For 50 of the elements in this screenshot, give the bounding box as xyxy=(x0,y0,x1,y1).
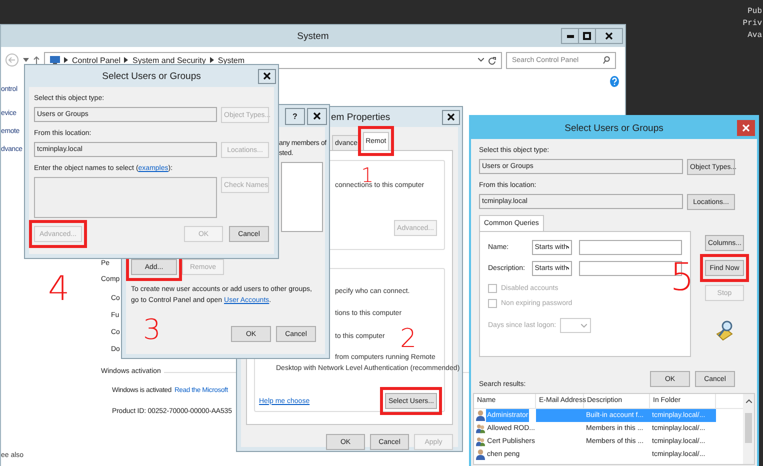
computer-icon xyxy=(50,56,60,64)
minimize-button[interactable] xyxy=(561,28,579,44)
scroll-up-icon[interactable] xyxy=(746,399,752,403)
search-icon xyxy=(603,56,610,64)
annotation-number: 2 xyxy=(400,326,417,352)
maximize-button[interactable] xyxy=(578,28,596,44)
caret-icon[interactable] xyxy=(23,58,29,62)
chevron-icon xyxy=(64,57,68,63)
help-icon[interactable] xyxy=(610,76,619,87)
member-list[interactable] xyxy=(281,162,323,232)
breadcrumb-item[interactable]: Control Panel xyxy=(72,56,120,64)
window-title: Select Users or Groups xyxy=(564,122,664,134)
user-icon xyxy=(476,410,485,421)
close-icon xyxy=(313,112,321,120)
names-input[interactable] xyxy=(34,177,217,218)
chevron-down-icon xyxy=(581,324,588,328)
console-text: Priv xyxy=(742,18,762,30)
scrollbar[interactable] xyxy=(743,394,754,464)
close-icon xyxy=(742,124,750,132)
close-icon xyxy=(263,72,271,80)
window-title: Select Users or Groups xyxy=(102,70,201,82)
close-icon xyxy=(447,113,455,121)
dropdown-icon[interactable] xyxy=(478,58,484,62)
window-title: em Properties xyxy=(331,112,390,122)
group-icon xyxy=(476,436,486,447)
chevron-icon xyxy=(210,57,214,63)
annotation-number: 5 xyxy=(670,258,694,296)
chevron-icon xyxy=(124,57,128,63)
up-arrow-icon[interactable] xyxy=(33,56,40,64)
breadcrumb-item[interactable]: System and Security xyxy=(132,56,206,64)
close-button[interactable] xyxy=(258,68,276,84)
window-title: System xyxy=(297,30,329,42)
maximize-icon xyxy=(583,32,591,40)
close-button[interactable] xyxy=(307,108,327,124)
scrollbar-thumb[interactable] xyxy=(745,413,752,443)
breadcrumb-item[interactable]: System xyxy=(218,56,245,64)
close-button[interactable] xyxy=(595,28,623,44)
refresh-icon[interactable] xyxy=(488,56,496,64)
group-icon xyxy=(476,423,486,434)
console-text: Ava xyxy=(748,30,762,42)
help-button[interactable]: ? xyxy=(285,108,305,124)
user-icon xyxy=(476,449,485,460)
minimize-icon xyxy=(566,34,574,38)
close-icon xyxy=(605,32,613,40)
annotation-number: 3 xyxy=(143,316,161,344)
query-input[interactable] xyxy=(578,240,682,255)
annotation-number: 4 xyxy=(48,272,70,306)
close-button[interactable] xyxy=(442,110,460,124)
console-text: Pub xyxy=(748,6,762,18)
magnifier-icon xyxy=(715,320,733,342)
